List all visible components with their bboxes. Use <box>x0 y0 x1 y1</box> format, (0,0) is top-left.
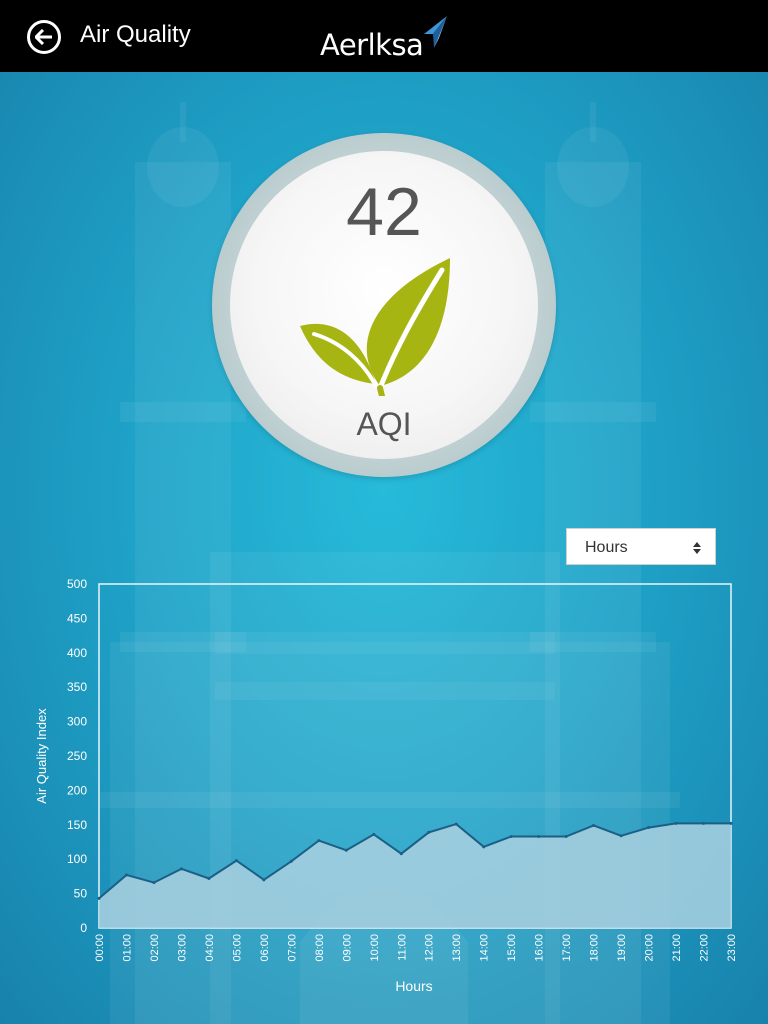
page-title: Air Quality <box>80 21 191 48</box>
data-point-0500 <box>234 859 238 863</box>
data-point-0100 <box>124 873 128 877</box>
back-arrow-icon <box>35 29 52 45</box>
x-tick-label: 11:00 <box>396 934 408 961</box>
data-point-1900 <box>619 834 623 838</box>
x-tick-label: 23:00 <box>726 934 738 962</box>
x-tick-label: 14:00 <box>479 934 491 962</box>
aqi-hourly-chart: 0 50 100 150 200 250 300 350 400 450 500 00:00 01:0… <box>34 577 738 994</box>
y-tick-label: 100 <box>67 852 87 866</box>
x-tick-label: 12:00 <box>424 934 436 962</box>
data-point-0000 <box>97 896 101 900</box>
aqi-label: AQI <box>356 406 412 442</box>
x-tick-label: 03:00 <box>176 934 188 962</box>
x-tick-label: 06:00 <box>259 934 271 962</box>
y-tick-label: 400 <box>67 646 87 660</box>
data-point-2000 <box>647 826 651 830</box>
data-point-1000 <box>372 832 376 836</box>
x-tick-label: 21:00 <box>671 934 683 962</box>
x-tick-label: 02:00 <box>149 934 161 962</box>
app-header: Air Quality Aerlksa <box>0 0 768 72</box>
x-tick-label: 07:00 <box>286 934 298 962</box>
data-point-1700 <box>564 834 568 838</box>
y-tick-label: 0 <box>80 921 87 935</box>
y-tick-label: 300 <box>67 715 87 729</box>
brand-logo: Aerlksa <box>320 14 460 62</box>
x-tick-label: 15:00 <box>506 934 518 962</box>
data-point-1200 <box>427 830 431 834</box>
data-point-1300 <box>454 822 458 826</box>
x-tick-label: 00:00 <box>94 934 106 962</box>
data-point-0400 <box>207 876 211 880</box>
x-tick-label: 16:00 <box>534 934 546 962</box>
y-tick-label: 250 <box>67 749 87 763</box>
aqi-value: 42 <box>346 174 422 250</box>
data-point-1100 <box>399 852 403 856</box>
data-point-1400 <box>482 845 486 849</box>
select-updown-icon <box>693 542 701 554</box>
paper-plane-logo-icon <box>424 16 447 48</box>
data-point-0900 <box>344 848 348 852</box>
x-tick-label: 05:00 <box>231 934 243 962</box>
data-point-2100 <box>674 821 678 825</box>
time-range-value: Hours <box>585 539 628 556</box>
x-tick-label: 18:00 <box>589 934 601 962</box>
data-point-1500 <box>509 834 513 838</box>
y-tick-label: 350 <box>67 680 87 694</box>
data-point-0300 <box>179 867 183 871</box>
data-point-1600 <box>537 834 541 838</box>
x-axis-label: Hours <box>395 978 432 994</box>
y-tick-label: 150 <box>67 818 87 832</box>
x-tick-label: 04:00 <box>204 934 216 962</box>
data-point-2300 <box>729 821 733 825</box>
data-point-0700 <box>289 859 293 863</box>
x-tick-label: 08:00 <box>314 934 326 962</box>
y-tick-label: 500 <box>67 577 87 591</box>
leaf-icon <box>300 258 450 396</box>
x-tick-label: 19:00 <box>616 934 628 962</box>
aqi-area-fill <box>99 823 731 928</box>
x-tick-label: 17:00 <box>561 934 573 962</box>
x-tick-label: 09:00 <box>341 934 353 962</box>
x-tick-label: 20:00 <box>644 934 656 962</box>
data-point-0600 <box>262 878 266 882</box>
brand-name: Aerlksa <box>320 28 424 62</box>
y-tick-label: 450 <box>67 611 87 625</box>
y-tick-label: 200 <box>67 783 87 797</box>
x-tick-label: 22:00 <box>699 934 711 962</box>
data-point-0200 <box>152 881 156 885</box>
x-tick-label: 13:00 <box>451 934 463 962</box>
time-range-select[interactable]: Hours <box>566 528 716 565</box>
x-tick-label: 10:00 <box>369 934 381 962</box>
x-tick-label: 01:00 <box>121 934 133 962</box>
data-point-1800 <box>592 823 596 827</box>
data-point-0800 <box>317 839 321 843</box>
y-axis-label: Air Quality Index <box>34 708 49 804</box>
data-point-2200 <box>702 821 706 825</box>
y-tick-label: 50 <box>74 887 88 901</box>
back-button[interactable] <box>27 20 61 54</box>
